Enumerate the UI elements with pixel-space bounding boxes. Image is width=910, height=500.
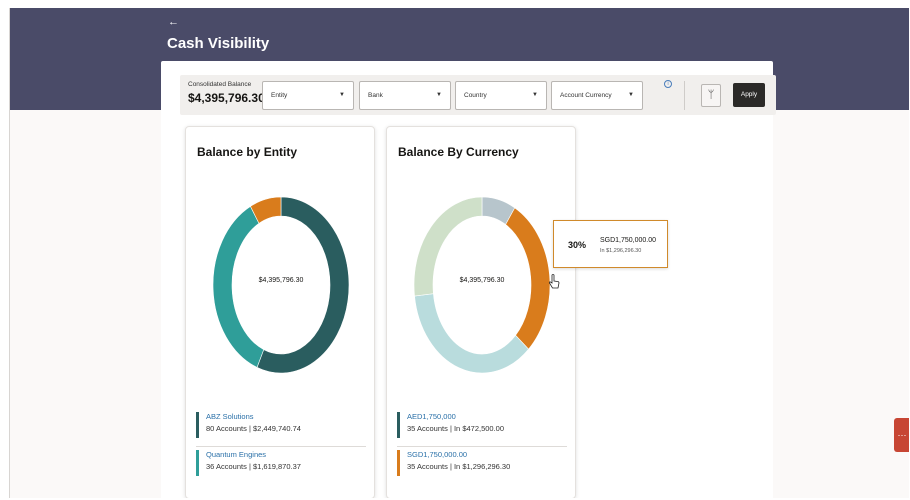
donut-center-value: $4,395,796.30 <box>258 277 304 284</box>
tooltip-sub: In $1,296,296.30 <box>600 248 642 254</box>
legend-color-bar <box>196 450 199 476</box>
legend-item-quantum-engines[interactable]: Quantum Engines 36 Accounts | $1,619,870… <box>196 449 368 479</box>
back-arrow-icon[interactable]: ← <box>168 16 179 28</box>
chevron-down-icon: ▼ <box>339 92 345 98</box>
bank-select-label: Bank <box>368 92 383 99</box>
account-currency-select-label: Account Currency <box>560 92 612 99</box>
account-currency-select[interactable]: Account Currency ▼ <box>551 81 643 110</box>
country-select[interactable]: Country ▼ <box>455 81 547 110</box>
legend-detail: 35 Accounts | In $472,500.00 <box>407 424 505 433</box>
tooltip-value: SGD1,750,000.00 <box>600 237 657 244</box>
legend-divider <box>196 446 366 447</box>
legend-name: ABZ Solutions <box>206 412 254 421</box>
legend-name: AED1,750,000 <box>407 412 456 421</box>
country-select-label: Country <box>464 92 487 99</box>
filter-reset-button[interactable]: ᛘ <box>701 84 721 107</box>
legend-color-bar <box>397 450 400 476</box>
filter-toolbar: Consolidated Balance $4,395,796.30 Entit… <box>180 75 776 115</box>
chevron-down-icon: ▼ <box>436 92 442 98</box>
main-panel: Consolidated Balance $4,395,796.30 Entit… <box>161 61 776 498</box>
apply-button[interactable]: Apply <box>733 83 765 107</box>
legend-item-sgd[interactable]: SGD1,750,000.00 35 Accounts | In $1,296,… <box>397 449 569 479</box>
legend-name: Quantum Engines <box>206 450 267 459</box>
currency-donut-chart[interactable] <box>402 185 562 385</box>
card-title: Balance By Currency <box>398 145 519 159</box>
legend-item-abz-solutions[interactable]: ABZ Solutions 80 Accounts | $2,449,740.7… <box>196 411 368 441</box>
legend-name: SGD1,750,000.00 <box>407 450 468 459</box>
filter-icon: ᛘ <box>707 89 715 101</box>
entity-select-label: Entity <box>271 92 288 99</box>
entity-donut-chart[interactable] <box>201 185 361 385</box>
donut-slice-abz-solutions[interactable] <box>256 196 350 374</box>
info-icon[interactable]: i <box>664 80 672 88</box>
chart-tooltip: 30% SGD1,750,000.00 In $1,296,296.30 <box>553 220 668 268</box>
legend-divider <box>397 446 567 447</box>
chevron-down-icon: ▼ <box>628 92 634 98</box>
card-title: Balance by Entity <box>197 145 298 159</box>
legend-detail: 36 Accounts | $1,619,870.37 <box>206 462 301 471</box>
hand-cursor-icon <box>548 274 560 289</box>
page-title: Cash Visibility <box>167 35 270 52</box>
legend-detail: 80 Accounts | $2,449,740.74 <box>206 424 301 433</box>
app-frame: ← Cash Visibility Consolidated Balance $… <box>9 8 909 498</box>
consolidated-balance-value: $4,395,796.30 <box>188 91 265 105</box>
consolidated-balance-label: Consolidated Balance <box>188 81 252 88</box>
donut-slice-segment-c[interactable] <box>414 293 529 374</box>
chat-button[interactable]: ⋯ <box>894 418 909 452</box>
toolbar-divider <box>684 81 685 110</box>
legend-detail: 35 Accounts | In $1,296,296.30 <box>407 462 511 471</box>
chevron-down-icon: ▼ <box>532 92 538 98</box>
balance-by-currency-card: Balance By Currency $4,395,796.30 AED1,7… <box>386 126 576 498</box>
tooltip-percent: 30% <box>568 240 587 250</box>
balance-by-entity-card: Balance by Entity $4,395,796.30 ABZ Solu… <box>185 126 375 498</box>
legend-color-bar <box>397 412 400 438</box>
entity-select[interactable]: Entity ▼ <box>262 81 354 110</box>
chat-icon: ⋯ <box>897 430 907 440</box>
bank-select[interactable]: Bank ▼ <box>359 81 451 110</box>
legend-color-bar <box>196 412 199 438</box>
legend-item-aed[interactable]: AED1,750,000 35 Accounts | In $472,500.0… <box>397 411 569 441</box>
donut-slice-quantum-engines[interactable] <box>212 205 265 368</box>
